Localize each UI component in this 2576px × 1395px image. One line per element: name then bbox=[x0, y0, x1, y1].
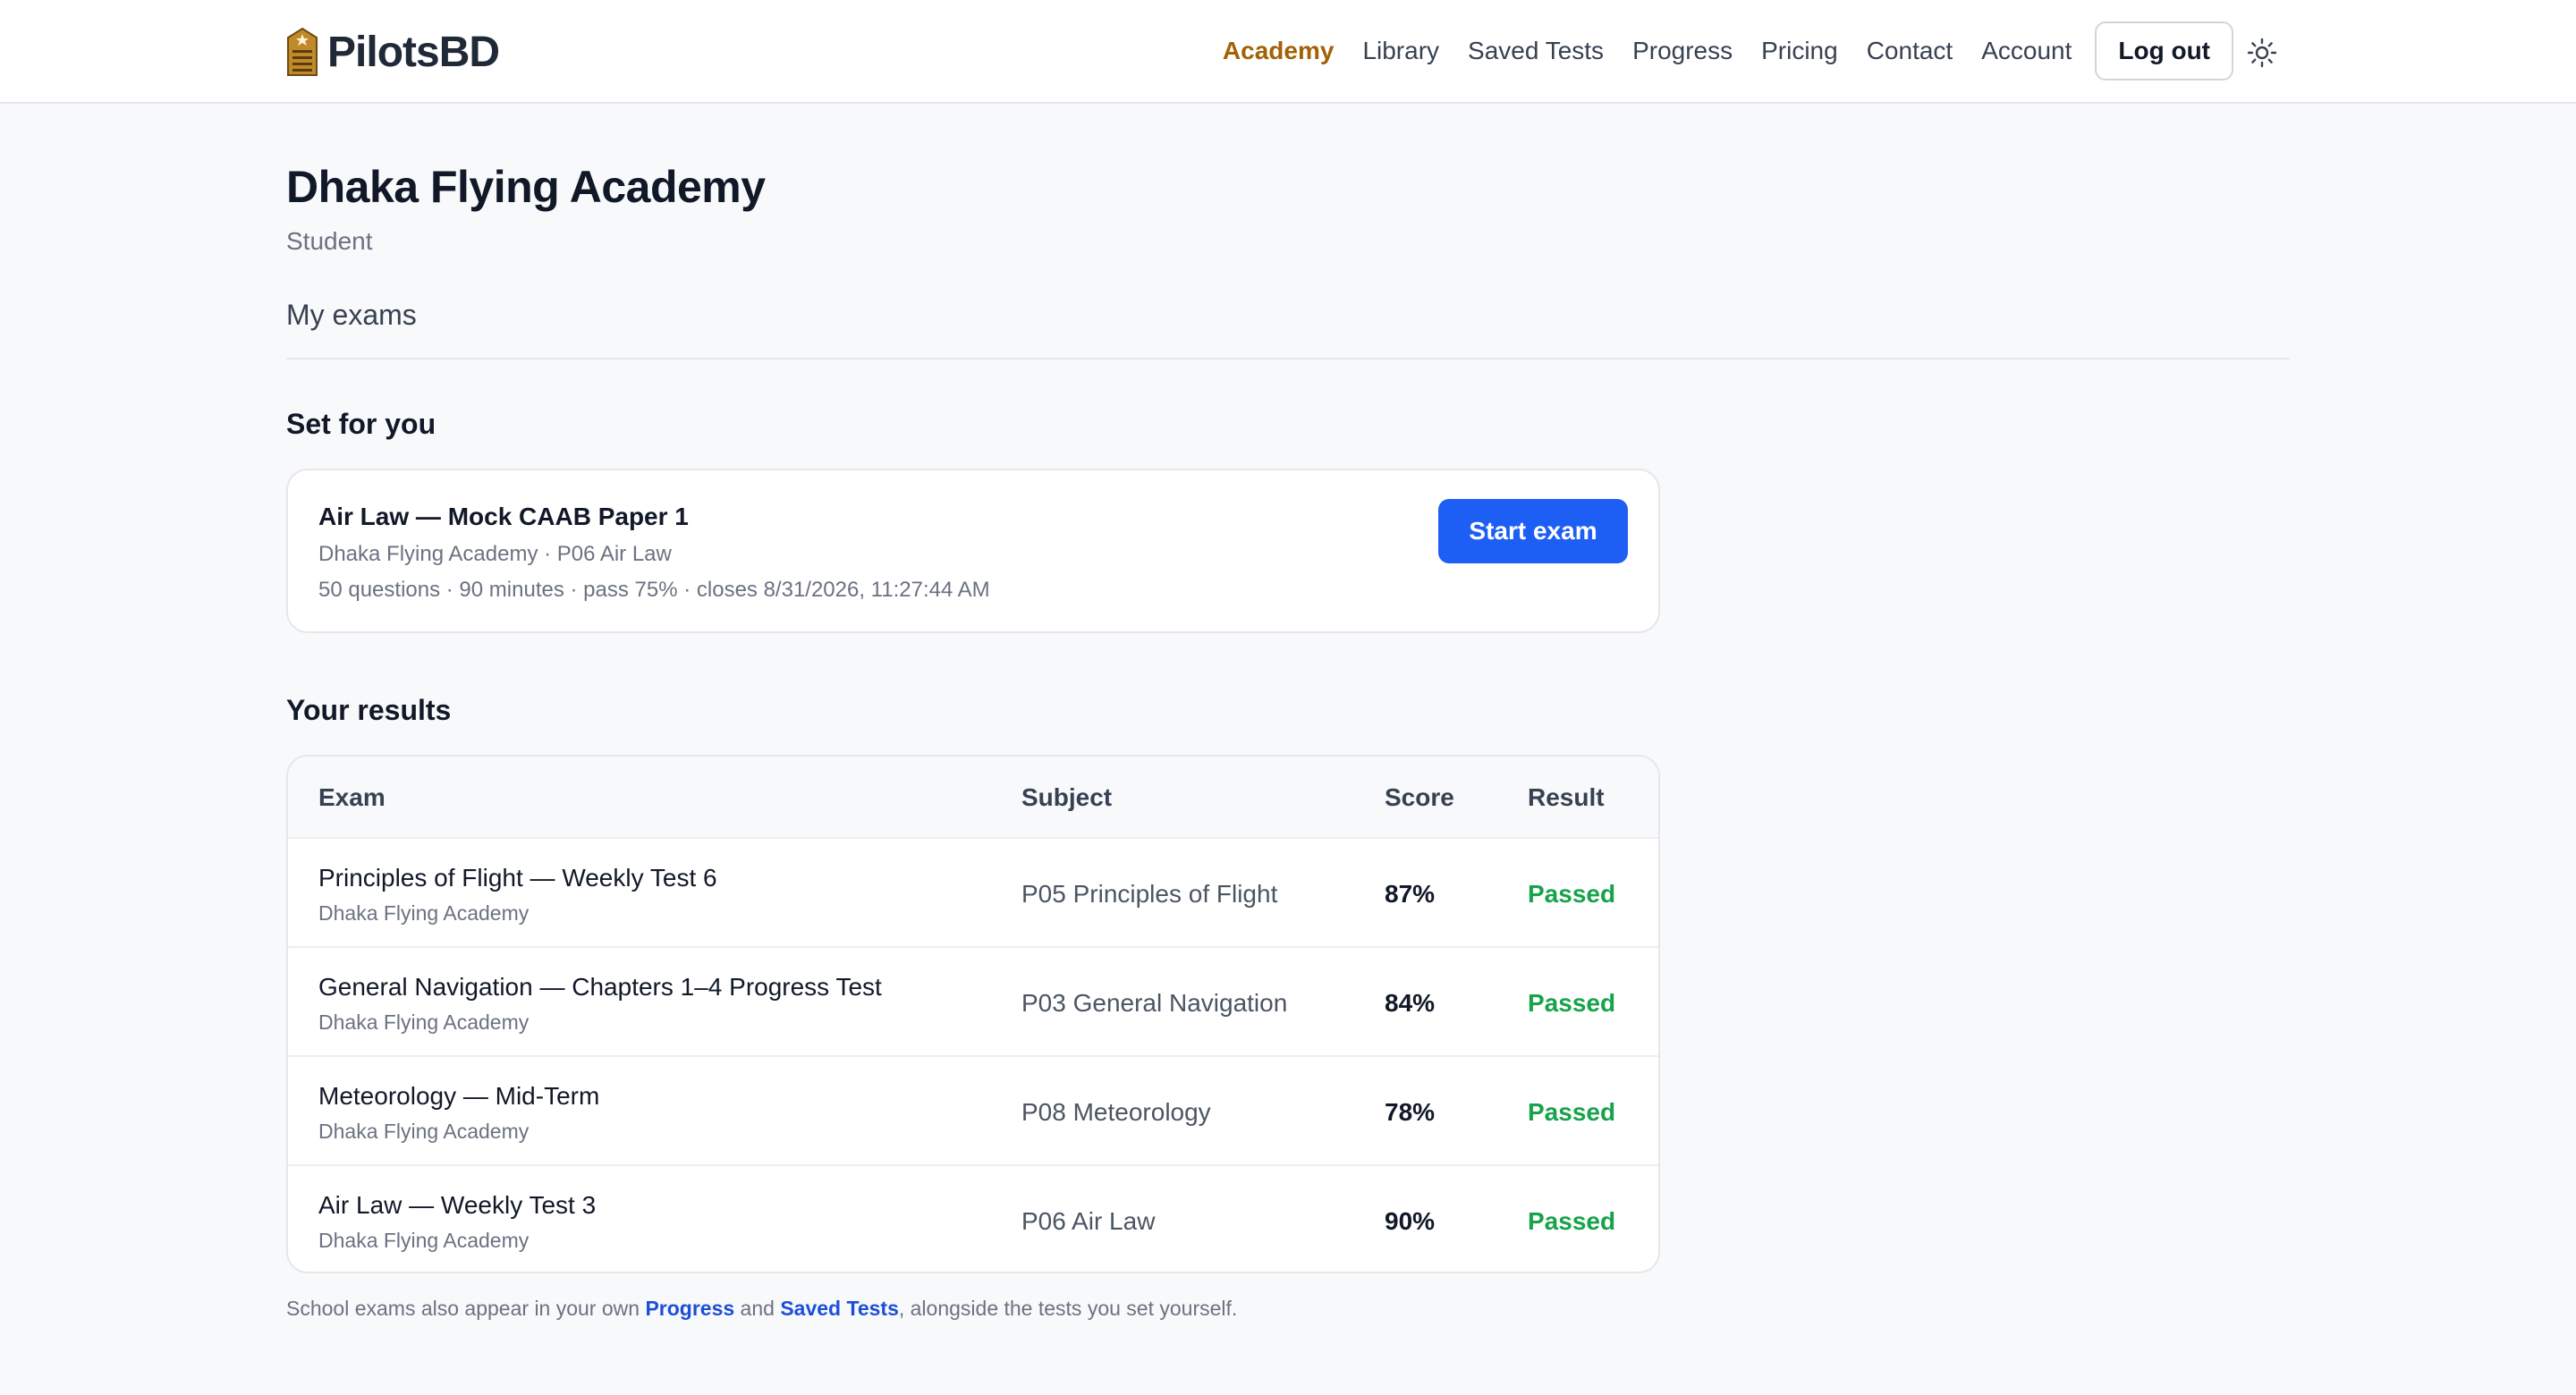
table-row[interactable]: Principles of Flight — Weekly Test 6 Dha… bbox=[288, 837, 1658, 946]
tab-divider bbox=[286, 358, 2290, 359]
row-score: 84% bbox=[1385, 989, 1436, 1017]
footnote-prefix: School exams also appear in your own bbox=[286, 1297, 646, 1320]
row-score: 78% bbox=[1385, 1098, 1436, 1126]
nav-pricing[interactable]: Pricing bbox=[1761, 37, 1838, 65]
row-exam-name: Principles of Flight — Weekly Test 6 bbox=[318, 864, 717, 892]
top-navigation-bar: PilotsBD Academy Library Saved Tests Pro… bbox=[0, 0, 2576, 104]
column-header-subject: Subject bbox=[1021, 783, 1113, 811]
row-school: Dhaka Flying Academy bbox=[318, 1229, 530, 1252]
results-table: Exam Subject Score Result Principles of … bbox=[286, 755, 1660, 1273]
theme-toggle-button[interactable] bbox=[2243, 34, 2281, 72]
assigned-section-title: Set for you bbox=[286, 408, 436, 440]
nav-progress[interactable]: Progress bbox=[1632, 37, 1733, 65]
row-result: Passed bbox=[1528, 1207, 1616, 1235]
saved-tests-link[interactable]: Saved Tests bbox=[780, 1297, 899, 1320]
column-header-score: Score bbox=[1385, 783, 1454, 811]
sun-icon bbox=[2247, 38, 2277, 68]
exam-meta: 50 questions · 90 minutes · pass 75% · c… bbox=[318, 578, 990, 602]
nav-saved-tests[interactable]: Saved Tests bbox=[1468, 37, 1604, 65]
brand-logo[interactable]: PilotsBD bbox=[286, 25, 500, 79]
table-header: Exam Subject Score Result bbox=[288, 757, 1658, 837]
column-header-exam: Exam bbox=[318, 783, 386, 811]
brand-name: PilotsBD bbox=[327, 28, 500, 76]
row-score: 90% bbox=[1385, 1207, 1436, 1235]
results-section-title: Your results bbox=[286, 694, 452, 726]
results-footnote: School exams also appear in your own Pro… bbox=[286, 1297, 1237, 1321]
row-school: Dhaka Flying Academy bbox=[318, 1120, 530, 1143]
progress-link[interactable]: Progress bbox=[645, 1297, 734, 1320]
footnote-suffix: , alongside the tests you set yourself. bbox=[898, 1297, 1238, 1320]
start-exam-button[interactable]: Start exam bbox=[1438, 499, 1628, 563]
footnote-middle: and bbox=[734, 1297, 781, 1320]
table-row[interactable]: Air Law — Weekly Test 3 Dhaka Flying Aca… bbox=[288, 1164, 1658, 1272]
row-school: Dhaka Flying Academy bbox=[318, 1010, 530, 1034]
row-score: 87% bbox=[1385, 880, 1436, 908]
column-header-result: Result bbox=[1528, 783, 1605, 811]
table-row[interactable]: Meteorology — Mid-Term Dhaka Flying Acad… bbox=[288, 1055, 1658, 1164]
row-result: Passed bbox=[1528, 1098, 1616, 1126]
row-subject: P05 Principles of Flight bbox=[1021, 880, 1278, 908]
row-subject: P06 Air Law bbox=[1021, 1207, 1156, 1235]
main-nav: Academy Library Saved Tests Progress Pri… bbox=[1194, 21, 2233, 80]
row-subject: P03 General Navigation bbox=[1021, 989, 1288, 1017]
exam-title: Air Law — Mock CAAB Paper 1 bbox=[318, 503, 689, 530]
row-result: Passed bbox=[1528, 989, 1616, 1017]
assigned-exam-card: Air Law — Mock CAAB Paper 1 Dhaka Flying… bbox=[286, 469, 1660, 633]
nav-library[interactable]: Library bbox=[1362, 37, 1439, 65]
row-exam-name: General Navigation — Chapters 1–4 Progre… bbox=[318, 973, 882, 1001]
building-icon bbox=[287, 27, 318, 76]
row-exam-name: Meteorology — Mid-Term bbox=[318, 1082, 600, 1110]
page-title: Dhaka Flying Academy bbox=[286, 162, 766, 212]
user-role: Student bbox=[286, 227, 373, 255]
row-exam-name: Air Law — Weekly Test 3 bbox=[318, 1191, 597, 1219]
nav-account[interactable]: Account bbox=[1981, 37, 2072, 65]
row-school: Dhaka Flying Academy bbox=[318, 901, 530, 925]
table-row[interactable]: General Navigation — Chapters 1–4 Progre… bbox=[288, 946, 1658, 1055]
logout-button[interactable]: Log out bbox=[2095, 21, 2233, 80]
exam-school-subject: Dhaka Flying Academy · P06 Air Law bbox=[318, 542, 672, 566]
nav-academy[interactable]: Academy bbox=[1223, 37, 1335, 65]
row-result: Passed bbox=[1528, 880, 1616, 908]
nav-contact[interactable]: Contact bbox=[1867, 37, 1953, 65]
row-subject: P08 Meteorology bbox=[1021, 1098, 1211, 1126]
tab-my-exams[interactable]: My exams bbox=[286, 299, 417, 332]
